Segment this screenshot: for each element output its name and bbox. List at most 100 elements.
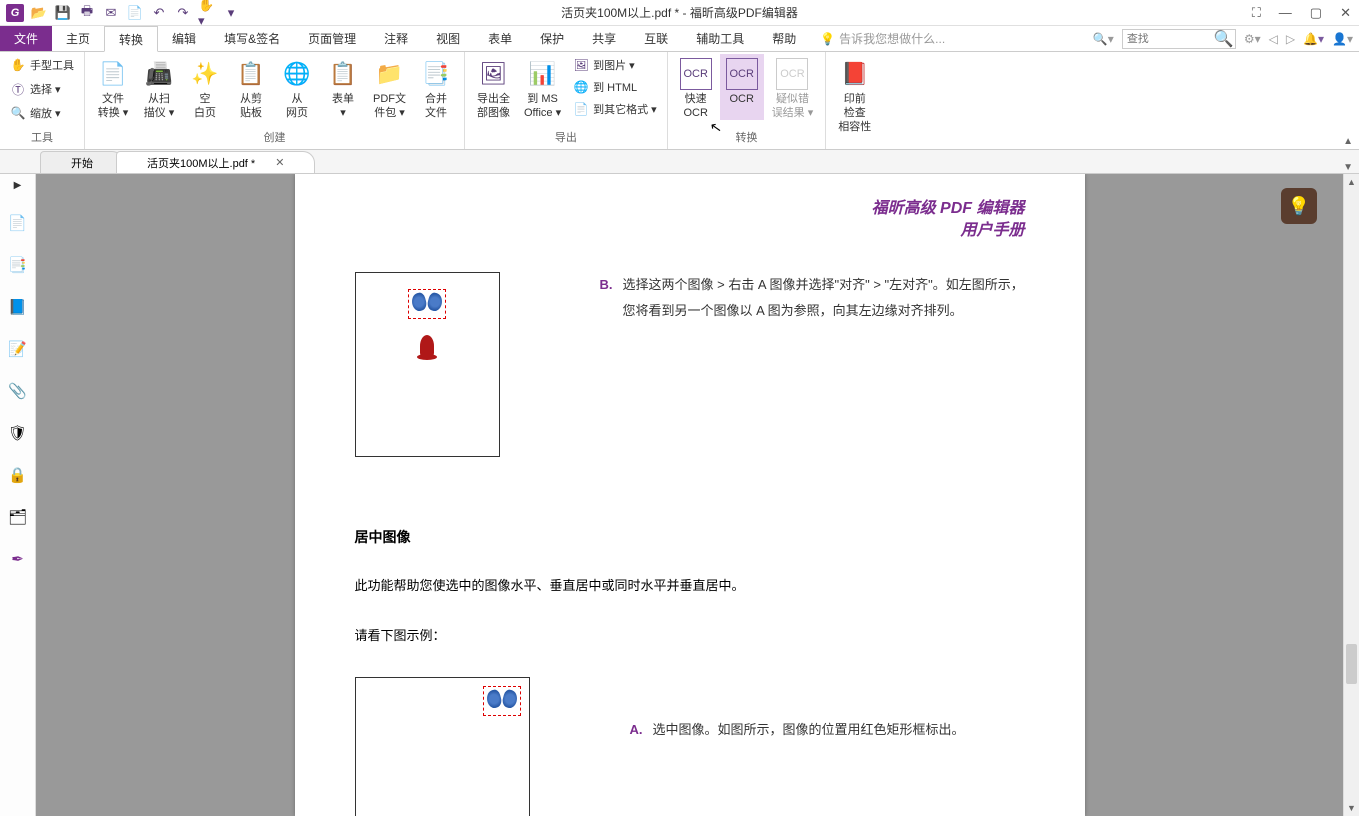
to-html-button[interactable]: 🌐到 HTML	[569, 76, 661, 98]
tab-comment[interactable]: 注释	[370, 26, 422, 51]
security-icon[interactable]: 🛡	[8, 423, 28, 443]
tab-connect[interactable]: 互联	[630, 26, 682, 51]
tab-home[interactable]: 主页	[52, 26, 104, 51]
portfolio-icon: 📁	[374, 58, 406, 90]
tab-fillsign[interactable]: 填写&签名	[210, 26, 294, 51]
combine-button[interactable]: 📑合并文件	[414, 54, 458, 120]
scroll-up-icon[interactable]: ▲	[1344, 174, 1359, 190]
redo-icon[interactable]: ↷	[174, 4, 192, 22]
bell-icon[interactable]: 🔔▾	[1303, 32, 1324, 46]
to-image-button[interactable]: 🖼到图片 ▾	[569, 54, 661, 76]
tab-help[interactable]: 帮助	[758, 26, 810, 51]
navigation-panel: ▶ 📄 📑 📘 📝 📎 🛡 🔒 🗂 ✒	[0, 174, 36, 816]
attachments-icon[interactable]: 📎	[8, 381, 28, 401]
doc-icon[interactable]: 📄	[126, 4, 144, 22]
select-icon: Ⓣ	[10, 81, 26, 97]
from-scanner-button[interactable]: 📠从扫描仪 ▾	[137, 54, 181, 120]
undo-icon[interactable]: ↶	[150, 4, 168, 22]
hand-icon: ✋	[10, 57, 26, 73]
scroll-thumb[interactable]	[1346, 644, 1357, 684]
close-window-icon[interactable]: ✕	[1340, 5, 1351, 21]
print-icon[interactable]: 🖶	[78, 4, 96, 22]
search-box[interactable]: 🔍	[1122, 29, 1236, 49]
comments-icon[interactable]: 📝	[8, 339, 28, 359]
quick-ocr-button[interactable]: OCR快速OCR	[674, 54, 718, 120]
ribbon-group-export: 🖼导出全部图像 📊到 MSOffice ▾ 🖼到图片 ▾ 🌐到 HTML 📄到其…	[465, 52, 668, 149]
collapse-ribbon-icon[interactable]: ▲	[1343, 136, 1353, 147]
vertical-scrollbar[interactable]: ▲ ▼	[1343, 174, 1359, 816]
tab-share[interactable]: 共享	[578, 26, 630, 51]
tab-pages[interactable]: 页面管理	[294, 26, 370, 51]
to-office-button[interactable]: 📊到 MSOffice ▾	[518, 54, 567, 120]
select-tool-button[interactable]: Ⓣ选择 ▾	[6, 78, 65, 100]
save-icon[interactable]: 💾	[54, 4, 72, 22]
mail-icon[interactable]: ✉	[102, 4, 120, 22]
ocr-button[interactable]: OCROCR	[720, 54, 764, 120]
blank-page-button[interactable]: ✨空白页	[183, 54, 227, 120]
suspect-button[interactable]: OCR疑似错误结果 ▾	[766, 54, 820, 120]
preflight-button[interactable]: 📕印前检查相容性	[832, 54, 877, 134]
form-button[interactable]: 📋表单▾	[321, 54, 365, 120]
tab-protect[interactable]: 保护	[526, 26, 578, 51]
paragraph: 请看下图示例：	[355, 625, 1025, 647]
group-label: 转换	[674, 129, 820, 147]
document-area[interactable]: 福昕高级 PDF 编辑器 用户手册 B. 选择这两个图像 > 右击 A 图像并选…	[36, 174, 1343, 816]
signatures-icon[interactable]: ✒	[8, 549, 28, 569]
close-tab-icon[interactable]: ✕	[275, 156, 284, 169]
file-icon: 📄	[97, 58, 129, 90]
zoom-tool-button[interactable]: 🔍缩放 ▾	[6, 102, 65, 124]
search-options-icon[interactable]: ⚙▾	[1244, 32, 1261, 46]
maximize-icon[interactable]: ▢	[1310, 5, 1322, 21]
tab-convert[interactable]: 转换	[104, 26, 158, 52]
list-text: 选择这两个图像 > 右击 A 图像并选择"对齐" > "左对齐"。如左图所示，您…	[623, 272, 1025, 324]
globe-icon: 🌐	[281, 58, 313, 90]
clipboard-icon: 📋	[235, 58, 267, 90]
from-web-button[interactable]: 🌐从网页	[275, 54, 319, 120]
pdf-page: 福昕高级 PDF 编辑器 用户手册 B. 选择这两个图像 > 右击 A 图像并选…	[295, 174, 1085, 816]
expand-panel-icon[interactable]: ▶	[14, 180, 22, 191]
tab-form[interactable]: 表单	[474, 26, 526, 51]
minimize-icon[interactable]: —	[1279, 5, 1292, 21]
tab-accessibility[interactable]: 辅助工具	[682, 26, 758, 51]
hand-tool-button[interactable]: ✋手型工具	[6, 54, 78, 76]
ribbon-group-tools: ✋手型工具 Ⓣ选择 ▾ 🔍缩放 ▾ 工具	[0, 52, 85, 149]
layers-icon[interactable]: 📘	[8, 297, 28, 317]
office-icon: 📊	[527, 58, 559, 90]
arrange-icon[interactable]: ⛶	[1252, 5, 1261, 21]
next-result-icon[interactable]: ▷	[1286, 32, 1295, 46]
tell-me[interactable]: 💡告诉我您想做什么...	[820, 26, 945, 51]
tabs-dropdown-icon[interactable]: ▼	[1343, 162, 1353, 173]
search-input[interactable]	[1123, 33, 1213, 45]
articles-icon[interactable]: 🗂	[8, 507, 28, 527]
search-icon[interactable]: 🔍	[1213, 30, 1235, 48]
file-menu[interactable]: 文件	[0, 26, 52, 51]
other-icon: 📄	[573, 101, 589, 117]
user-icon[interactable]: 👤▾	[1332, 32, 1353, 46]
scanner-icon: 📠	[143, 58, 175, 90]
lock-icon[interactable]: 🔒	[8, 465, 28, 485]
hand-dropdown-icon[interactable]: ✋▾	[198, 4, 216, 22]
tab-edit[interactable]: 编辑	[158, 26, 210, 51]
page-header: 福昕高级 PDF 编辑器 用户手册	[355, 198, 1025, 242]
prev-result-icon[interactable]: ◁	[1269, 32, 1278, 46]
hint-bulb-button[interactable]: 💡	[1281, 188, 1317, 224]
butterfly-image-selected	[412, 293, 442, 315]
from-file-button[interactable]: 📄文件转换 ▾	[91, 54, 135, 120]
from-clipboard-button[interactable]: 📋从剪贴板	[229, 54, 273, 120]
export-images-button[interactable]: 🖼导出全部图像	[471, 54, 516, 120]
app-logo: G	[6, 4, 24, 22]
doc-tab-file[interactable]: 活页夹100M以上.pdf *✕	[116, 151, 315, 173]
bookmarks-icon[interactable]: 📄	[8, 213, 28, 233]
workspace: ▶ 📄 📑 📘 📝 📎 🛡 🔒 🗂 ✒ 福昕高级 PDF 编辑器 用户手册	[0, 174, 1359, 816]
to-other-button[interactable]: 📄到其它格式 ▾	[569, 98, 661, 120]
pages-icon[interactable]: 📑	[8, 255, 28, 275]
form-icon: 📋	[327, 58, 359, 90]
pawn-image	[420, 335, 434, 357]
scroll-down-icon[interactable]: ▼	[1344, 800, 1359, 816]
tab-view[interactable]: 视图	[422, 26, 474, 51]
doc-tab-start[interactable]: 开始	[40, 151, 124, 173]
search-dropdown-icon[interactable]: 🔍▾	[1093, 32, 1114, 46]
open-icon[interactable]: 📂	[30, 4, 48, 22]
qat-customize-icon[interactable]: ▾	[222, 4, 240, 22]
portfolio-button[interactable]: 📁PDF文件包 ▾	[367, 54, 412, 120]
